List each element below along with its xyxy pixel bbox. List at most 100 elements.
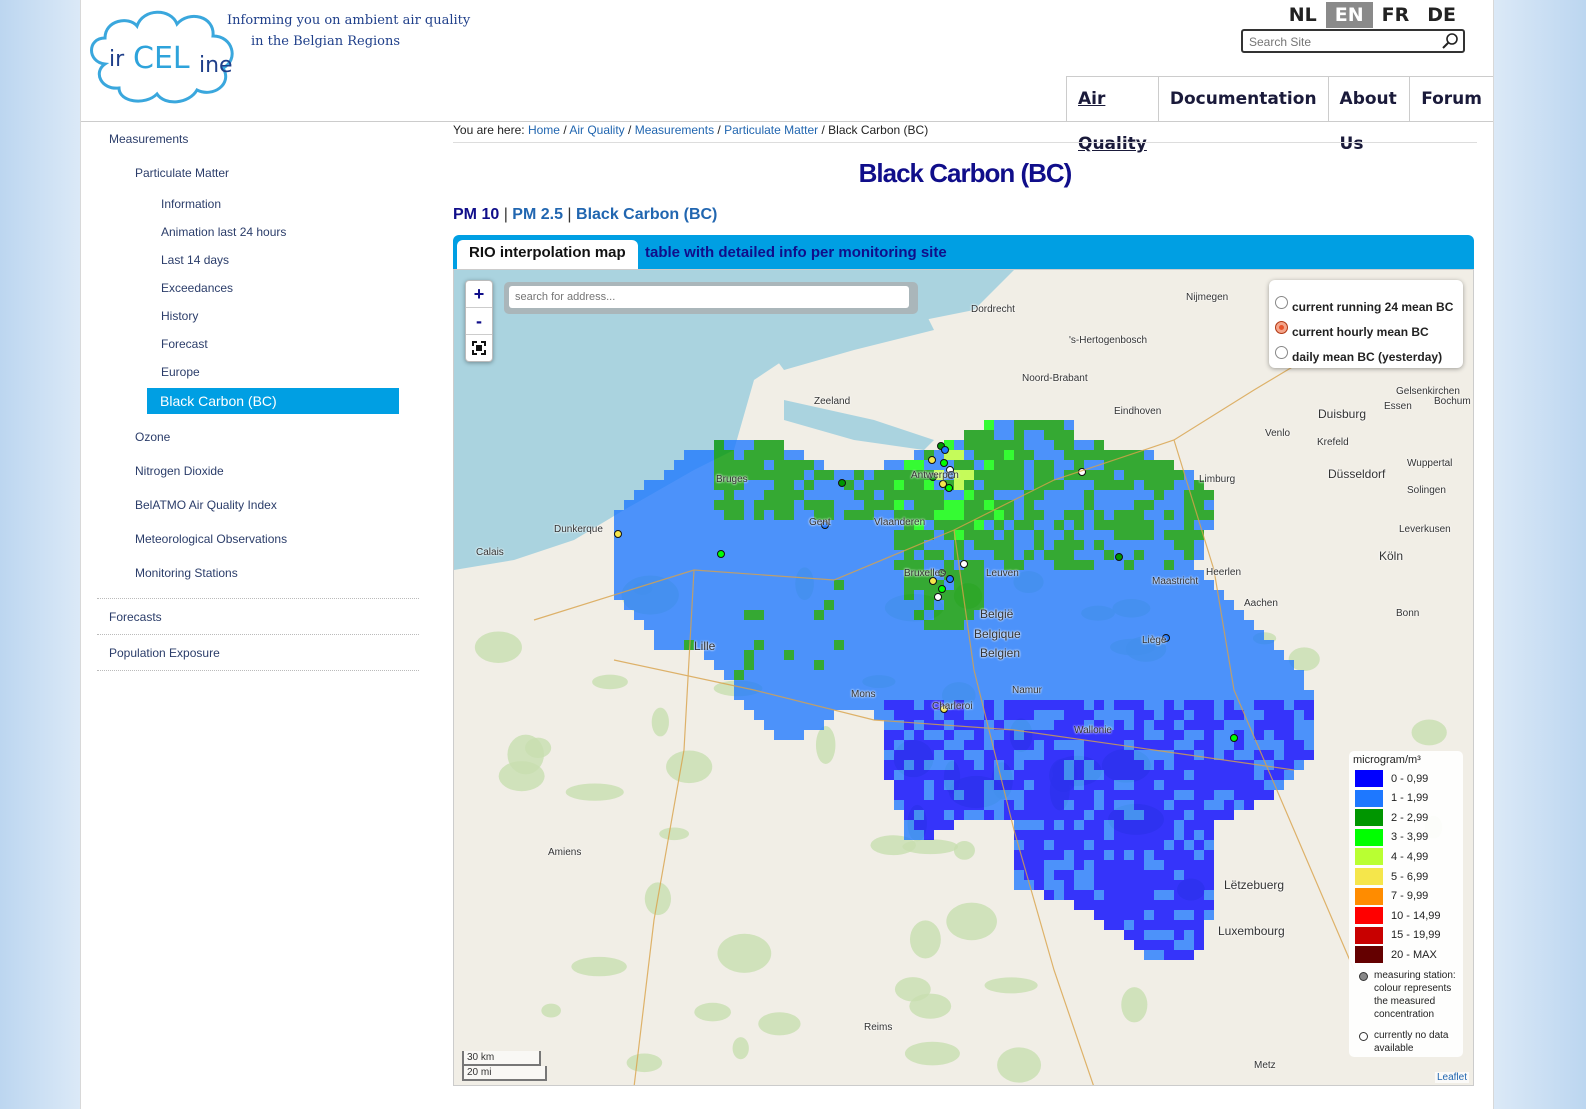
breadcrumb-home[interactable]: Home	[528, 123, 560, 137]
sidebar-item-ozone[interactable]: Ozone	[97, 420, 419, 454]
legend-row: 10 - 14,99	[1355, 907, 1441, 925]
forest-patch	[651, 707, 669, 737]
station-marker[interactable]	[1115, 553, 1123, 561]
option-hourly[interactable]: current hourly mean BC	[1275, 315, 1429, 339]
station-marker[interactable]	[928, 456, 936, 464]
zoom-in-button[interactable]: +	[466, 281, 492, 308]
leaflet-attribution[interactable]: Leaflet	[1434, 1072, 1469, 1083]
breadcrumb-measurements[interactable]: Measurements	[635, 123, 714, 137]
grid-cell	[634, 490, 644, 500]
pollutant-subnav: PM 10 | PM 2.5 | Black Carbon (BC)	[453, 206, 718, 223]
grid-cell	[1074, 820, 1084, 830]
station-marker[interactable]	[1230, 734, 1238, 742]
grid-cell	[654, 530, 664, 540]
station-marker[interactable]	[934, 593, 942, 601]
grid-cell	[1214, 670, 1224, 680]
zoom-out-button[interactable]: -	[466, 308, 492, 335]
grid-cell	[1014, 540, 1024, 550]
lang-de[interactable]: DE	[1418, 2, 1465, 28]
grid-cell	[1144, 910, 1154, 920]
sidebar-item-last-14-days[interactable]: Last 14 days	[97, 246, 419, 274]
sidebar-item-history[interactable]: History	[97, 302, 419, 330]
sidebar-item-meteo[interactable]: Meteorological Observations	[97, 522, 419, 556]
station-marker[interactable]	[614, 530, 622, 538]
station-marker[interactable]	[940, 459, 948, 467]
grid-cell	[894, 580, 904, 590]
subnav-pm10[interactable]: PM 10	[453, 206, 499, 223]
grid-cell	[1084, 770, 1094, 780]
lang-fr[interactable]: FR	[1373, 2, 1419, 28]
tab-station-table[interactable]: table with detailed info per monitoring …	[633, 240, 959, 269]
site-search-input[interactable]	[1247, 32, 1441, 52]
grid-cell	[954, 640, 964, 650]
station-marker[interactable]	[946, 575, 954, 583]
grid-cell	[914, 760, 924, 770]
breadcrumb-air-quality[interactable]: Air Quality	[569, 123, 624, 137]
sidebar-item-europe[interactable]: Europe	[97, 358, 419, 386]
station-marker[interactable]	[945, 484, 953, 492]
station-marker[interactable]	[960, 560, 968, 568]
breadcrumb-particulate-matter[interactable]: Particulate Matter	[724, 123, 818, 137]
tab-rio-map[interactable]: RIO interpolation map	[457, 240, 638, 269]
grid-cell	[1194, 730, 1204, 740]
nav-about-us[interactable]: About Us	[1327, 77, 1410, 154]
grid-cell	[1204, 500, 1214, 510]
rio-map[interactable]: Nijmegen Dordrecht's-Hertogenbosch Noord-B…	[453, 269, 1474, 1086]
fullscreen-button[interactable]	[466, 335, 492, 361]
search-icon[interactable]	[1440, 32, 1460, 50]
option-running-24h[interactable]: current running 24 mean BC	[1275, 290, 1453, 314]
sidebar-item-nitrogen-dioxide[interactable]: Nitrogen Dioxide	[97, 454, 419, 488]
sidebar-item-forecasts[interactable]: Forecasts	[97, 599, 419, 634]
grid-cell	[1014, 870, 1024, 880]
subnav-black-carbon[interactable]: Black Carbon (BC)	[576, 206, 717, 223]
station-marker[interactable]	[838, 479, 846, 487]
grid-cell	[984, 680, 994, 690]
grid-cell	[834, 690, 844, 700]
grid-cell	[874, 630, 884, 640]
grid-cell	[1204, 520, 1214, 530]
grid-cell	[704, 580, 714, 590]
sidebar-item-monitoring-stations[interactable]: Monitoring Stations	[97, 556, 419, 590]
grid-cell	[664, 620, 674, 630]
grid-cell	[1074, 700, 1084, 710]
sidebar-item-population-exposure[interactable]: Population Exposure	[97, 635, 419, 670]
grid-cell	[734, 630, 744, 640]
option-daily-yesterday[interactable]: daily mean BC (yesterday)	[1275, 340, 1442, 364]
nav-forum[interactable]: Forum	[1409, 77, 1493, 122]
sidebar-item-information[interactable]: Information	[97, 190, 419, 218]
radio-icon[interactable]	[1275, 345, 1288, 359]
sidebar-item-exceedances[interactable]: Exceedances	[97, 274, 419, 302]
grid-cell	[1034, 840, 1044, 850]
station-marker[interactable]	[938, 585, 946, 593]
sidebar-item-animation[interactable]: Animation last 24 hours	[97, 218, 419, 246]
grid-cell	[794, 670, 804, 680]
grid-cell	[1014, 800, 1024, 810]
grid-cell	[1134, 840, 1144, 850]
sidebar-item-measurements[interactable]: Measurements	[97, 122, 419, 156]
sidebar-item-particulate-matter[interactable]: Particulate Matter	[97, 156, 419, 190]
address-search-input[interactable]	[509, 286, 909, 308]
sidebar-item-belatmo[interactable]: BelATMO Air Quality Index	[97, 488, 419, 522]
map-canvas[interactable]	[454, 270, 1474, 1086]
station-marker[interactable]	[941, 446, 949, 454]
grid-cell	[774, 730, 784, 740]
lang-nl[interactable]: NL	[1280, 2, 1326, 28]
grid-cell	[1064, 700, 1074, 710]
grid-cell	[894, 610, 904, 620]
grid-cell	[674, 510, 684, 520]
grid-cell	[1084, 860, 1094, 870]
station-marker[interactable]	[717, 550, 725, 558]
nav-documentation[interactable]: Documentation	[1157, 77, 1328, 122]
radio-icon[interactable]	[1275, 295, 1288, 309]
nav-air-quality[interactable]: Air Quality	[1066, 77, 1158, 154]
grid-cell	[954, 680, 964, 690]
sidebar-item-forecast[interactable]: Forecast	[97, 330, 419, 358]
legend-label: 0 - 0,99	[1391, 772, 1429, 785]
sidebar-item-black-carbon[interactable]: Black Carbon (BC)	[147, 388, 399, 414]
grid-cell	[1064, 620, 1074, 630]
irceline-logo[interactable]: ir CEL ine	[85, 4, 245, 108]
grid-cell	[1154, 810, 1164, 820]
lang-en[interactable]: EN	[1325, 2, 1373, 28]
subnav-pm25[interactable]: PM 2.5	[512, 206, 563, 223]
radio-selected-icon[interactable]	[1275, 320, 1288, 334]
